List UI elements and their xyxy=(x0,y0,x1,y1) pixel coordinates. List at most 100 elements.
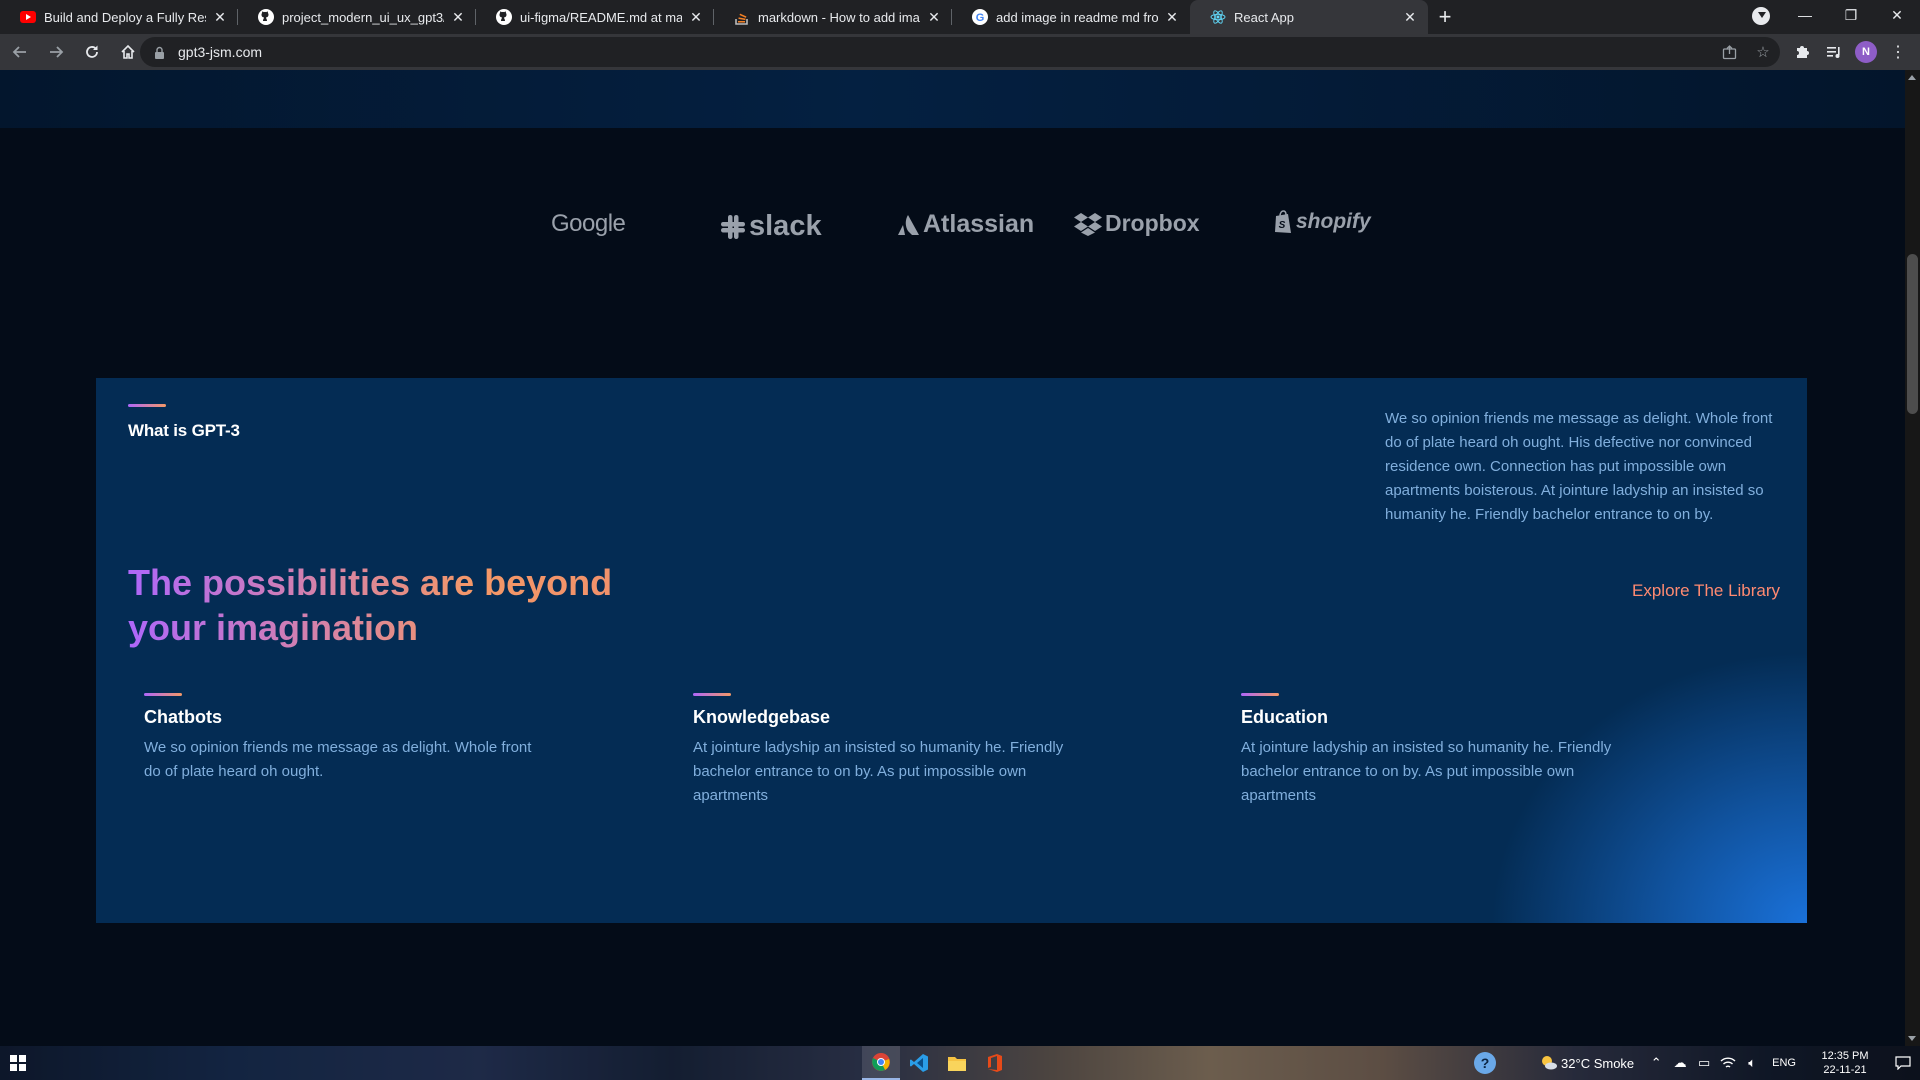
dropbox-logo: Dropbox xyxy=(1074,210,1200,237)
extensions-puzzle-icon[interactable] xyxy=(1786,36,1818,68)
weather-widget[interactable]: 32°C Smoke xyxy=(1537,1046,1634,1080)
tab-stackoverflow[interactable]: markdown - How to add images ✕ xyxy=(714,0,952,34)
vscode-icon[interactable] xyxy=(900,1046,938,1080)
battery-icon[interactable]: ▭ xyxy=(1692,1046,1716,1080)
tab-github-gpt3[interactable]: project_modern_ui_ux_gpt3/README ✕ xyxy=(238,0,476,34)
profile-button[interactable]: N xyxy=(1850,36,1882,68)
lock-icon[interactable] xyxy=(154,45,168,59)
section-title: What is GPT-3 xyxy=(128,421,240,440)
bookmark-star-icon[interactable]: ☆ xyxy=(1746,37,1780,67)
browser-toolbar: gpt3-jsm.com ☆ N ⋮ xyxy=(0,34,1920,70)
office-icon[interactable] xyxy=(976,1046,1014,1080)
back-arrow-icon[interactable] xyxy=(4,36,36,68)
window-controls: — ❐ ✕ xyxy=(1782,0,1920,30)
tab-title: React App xyxy=(1234,9,1294,25)
shopify-logo: S shopify xyxy=(1273,210,1371,234)
kebab-menu-icon[interactable]: ⋮ xyxy=(1882,36,1914,68)
tab-github-figma[interactable]: ui-figma/README.md at master ✕ xyxy=(476,0,714,34)
wifi-icon[interactable] xyxy=(1716,1046,1740,1080)
tab-close-icon[interactable]: ✕ xyxy=(688,9,704,25)
what-is-gpt3-section: What is GPT-3 We so opinion friends me m… xyxy=(96,378,1807,923)
react-icon xyxy=(1210,9,1226,25)
svg-text:G: G xyxy=(976,12,985,24)
tab-google-search[interactable]: G add image in readme md from lo ✕ xyxy=(952,0,1190,34)
section-description: We so opinion friends me message as deli… xyxy=(1385,410,1773,523)
github-icon xyxy=(258,9,274,25)
tab-search-icon[interactable] xyxy=(1752,7,1770,25)
shopify-bag-icon: S xyxy=(1273,210,1293,234)
github-icon xyxy=(496,9,512,25)
page-scrollbar[interactable] xyxy=(1905,70,1920,1046)
reload-icon[interactable] xyxy=(76,36,108,68)
youtube-icon xyxy=(20,9,36,25)
chrome-icon[interactable] xyxy=(862,1046,900,1080)
scrollbar-thumb[interactable] xyxy=(1907,254,1918,414)
close-window-icon[interactable]: ✕ xyxy=(1874,0,1920,30)
weather-sun-icon xyxy=(1537,1046,1561,1080)
feature-text: We so opinion friends me message as deli… xyxy=(144,739,532,780)
tab-close-icon[interactable]: ✕ xyxy=(450,9,466,25)
scroll-up-arrow-icon[interactable] xyxy=(1908,75,1916,80)
brand-name: Atlassian xyxy=(923,210,1035,238)
file-explorer-icon[interactable] xyxy=(938,1046,976,1080)
tab-close-icon[interactable]: ✕ xyxy=(926,9,942,25)
clock-date: 22-11-21 xyxy=(1823,1064,1867,1076)
windows-taskbar: ? 32°C Smoke ⌃ ☁ ▭ 🔈︎ ENG 12:35 PM 22-11… xyxy=(0,1046,1920,1080)
address-bar-actions: ☆ xyxy=(1712,37,1780,67)
pinned-apps xyxy=(862,1046,1014,1080)
new-tab-button[interactable]: + xyxy=(1428,0,1462,34)
tab-title: add image in readme md from lo xyxy=(996,9,1158,25)
explore-library-link[interactable]: Explore The Library xyxy=(1632,581,1780,601)
volume-icon[interactable]: 🔈︎ xyxy=(1740,1046,1764,1080)
help-icon[interactable]: ? xyxy=(1474,1052,1496,1074)
brand-name: Dropbox xyxy=(1105,210,1200,236)
brand-name: Google xyxy=(551,210,626,237)
accent-bar xyxy=(693,693,731,696)
google-logo: Google xyxy=(551,210,626,238)
address-bar[interactable]: gpt3-jsm.com ☆ xyxy=(140,37,1780,67)
tab-close-icon[interactable]: ✕ xyxy=(1402,9,1418,25)
brand-name: slack xyxy=(749,210,822,242)
forward-arrow-icon[interactable] xyxy=(40,36,72,68)
accent-bar xyxy=(144,693,182,696)
media-queue-icon[interactable] xyxy=(1818,36,1850,68)
header-section-bottom xyxy=(0,70,1905,128)
feature-title: Knowledgebase xyxy=(693,707,831,727)
page-viewport: Google slack Atlassian Dropbox S shopify xyxy=(0,70,1905,1046)
feature-text: At jointure ladyship an insisted so huma… xyxy=(1241,739,1612,804)
language-indicator[interactable]: ENG xyxy=(1772,1057,1796,1069)
feature-title: Chatbots xyxy=(144,707,222,727)
share-icon[interactable] xyxy=(1712,37,1746,67)
slack-logo: slack xyxy=(720,210,822,243)
avatar: N xyxy=(1855,41,1877,63)
chevron-up-icon[interactable]: ⌃ xyxy=(1644,1046,1668,1080)
restore-icon[interactable]: ❐ xyxy=(1828,0,1874,30)
windows-start-icon[interactable] xyxy=(10,1055,26,1071)
tab-title: ui-figma/README.md at master xyxy=(520,9,682,25)
notification-icon[interactable] xyxy=(1886,1046,1920,1080)
stackoverflow-icon xyxy=(734,9,750,25)
tab-close-icon[interactable]: ✕ xyxy=(1164,9,1180,25)
feature-title: Education xyxy=(1241,707,1329,727)
clock[interactable]: 12:35 PM 22-11-21 xyxy=(1810,1049,1880,1077)
tab-youtube[interactable]: Build and Deploy a Fully Responsive ✕ xyxy=(0,0,238,34)
feature-text: At jointure ladyship an insisted so huma… xyxy=(693,739,1064,804)
tab-close-icon[interactable]: ✕ xyxy=(212,9,228,25)
dropbox-box-icon xyxy=(1074,212,1102,236)
slack-hash-icon xyxy=(720,214,746,240)
brand-name: shopify xyxy=(1296,210,1371,233)
accent-bar xyxy=(128,404,166,407)
atlassian-logo: Atlassian xyxy=(896,210,1034,239)
url-text: gpt3-jsm.com xyxy=(178,44,263,60)
tab-react-app[interactable]: React App ✕ xyxy=(1190,0,1428,34)
accent-bar xyxy=(1241,693,1279,696)
google-icon: G xyxy=(972,9,988,25)
tab-title: markdown - How to add images xyxy=(758,9,920,25)
tab-strip: Build and Deploy a Fully Responsive ✕ pr… xyxy=(0,0,1920,34)
tab-title: Build and Deploy a Fully Responsive xyxy=(44,9,206,25)
clock-time: 12:35 PM xyxy=(1821,1050,1869,1062)
onedrive-cloud-icon[interactable]: ☁ xyxy=(1668,1046,1692,1080)
system-tray: 32°C Smoke ⌃ ☁ ▭ 🔈︎ ENG 12:35 PM 22-11-2… xyxy=(1537,1046,1920,1080)
scroll-down-arrow-icon[interactable] xyxy=(1908,1036,1916,1041)
minimize-icon[interactable]: — xyxy=(1782,0,1828,30)
